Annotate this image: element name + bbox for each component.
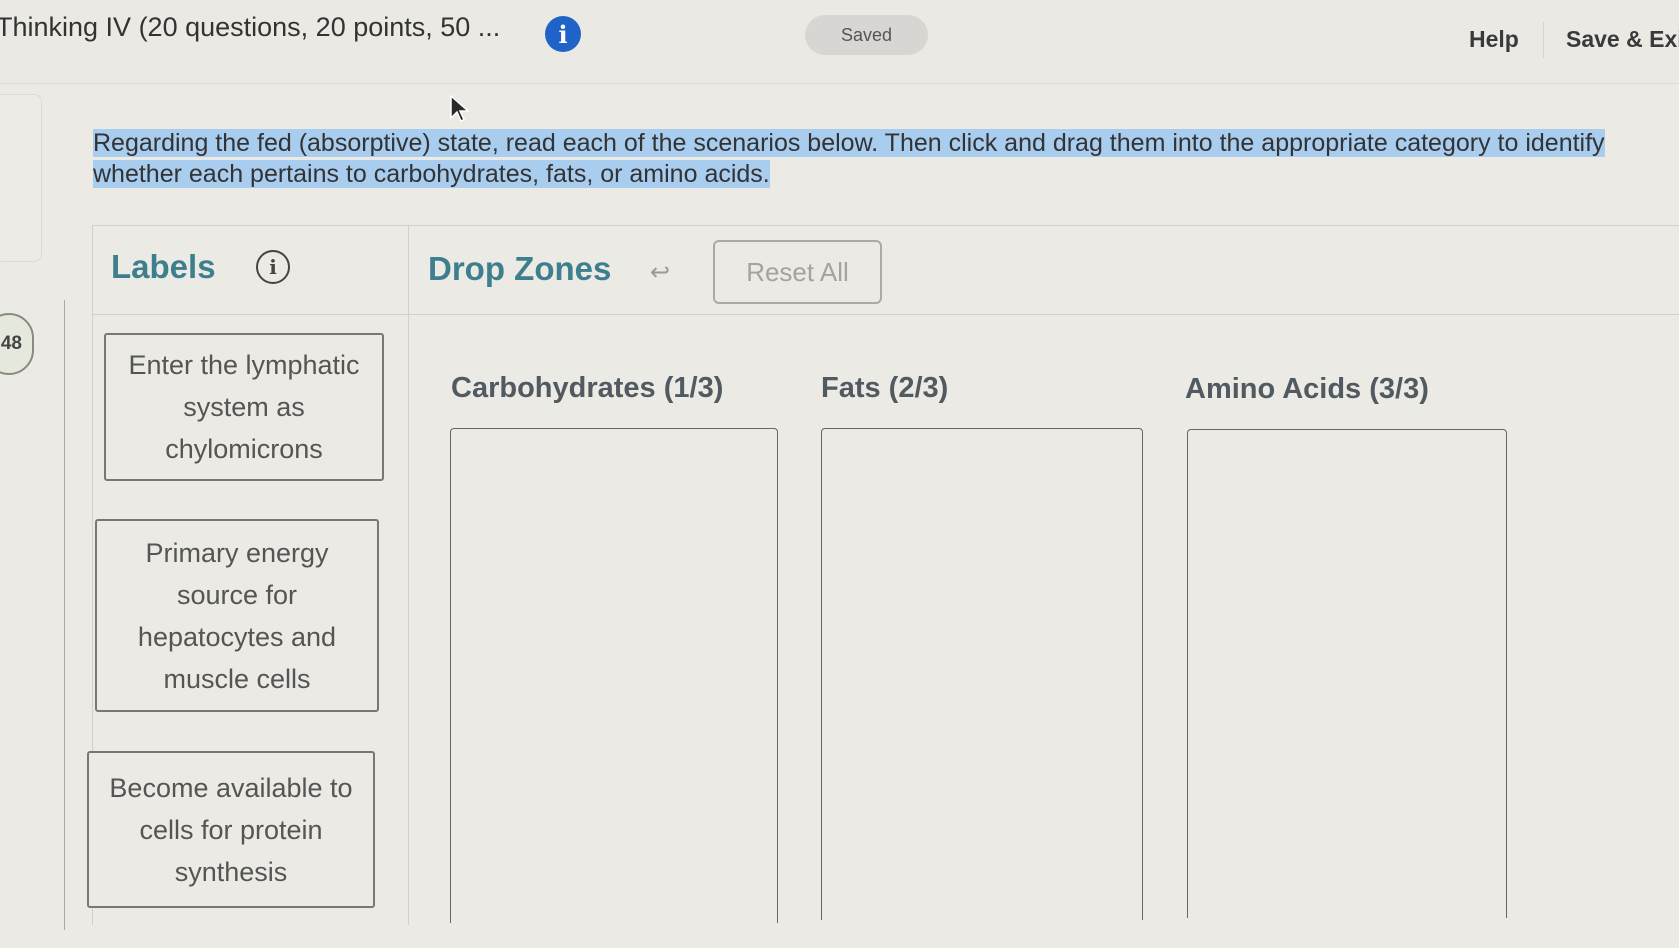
assignment-title: Thinking IV (20 questions, 20 points, 50… bbox=[0, 12, 501, 42]
divider bbox=[1543, 22, 1544, 58]
divider bbox=[64, 300, 65, 930]
drop-zone-title-amino-acids: Amino Acids (3/3) bbox=[1185, 373, 1429, 405]
labels-heading: Labels bbox=[111, 248, 216, 285]
labels-info-icon[interactable]: i bbox=[256, 250, 290, 284]
label-card[interactable]: Primary energy source for hepatocytes an… bbox=[95, 519, 379, 712]
saved-status-badge: Saved bbox=[805, 15, 928, 55]
undo-icon[interactable]: ↩ bbox=[650, 258, 670, 287]
info-icon[interactable]: i bbox=[545, 16, 581, 52]
save-exit-link[interactable]: Save & Exit bbox=[1566, 26, 1679, 53]
help-link[interactable]: Help bbox=[1469, 26, 1519, 53]
question-instruction: Regarding the fed (absorptive) state, re… bbox=[93, 128, 1679, 190]
instruction-text: Regarding the fed (absorptive) state, re… bbox=[93, 129, 1605, 188]
drop-zone-carbohydrates[interactable] bbox=[450, 428, 778, 923]
top-bar: Thinking IV (20 questions, 20 points, 50… bbox=[0, 0, 1679, 84]
reset-all-button[interactable]: Reset All bbox=[713, 240, 882, 304]
column-divider bbox=[408, 225, 409, 925]
label-card[interactable]: Become available to cells for protein sy… bbox=[87, 751, 375, 908]
drop-zone-title-fats: Fats (2/3) bbox=[821, 372, 949, 404]
mouse-cursor-icon bbox=[450, 94, 470, 123]
question-number-badge[interactable]: 48 bbox=[0, 313, 34, 375]
drop-zone-title-carbohydrates: Carbohydrates (1/3) bbox=[451, 372, 724, 404]
drop-zone-fats[interactable] bbox=[821, 428, 1143, 920]
label-card[interactable]: Enter the lymphatic system as chylomicro… bbox=[104, 333, 384, 481]
header-divider bbox=[92, 314, 1679, 315]
drop-zone-amino-acids[interactable] bbox=[1187, 429, 1507, 918]
drop-zones-heading: Drop Zones bbox=[428, 250, 612, 287]
side-panel bbox=[0, 94, 42, 262]
